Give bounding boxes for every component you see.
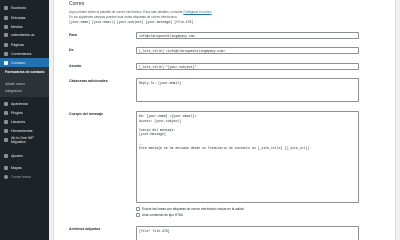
mail-icon [4, 60, 8, 65]
pin-icon [4, 15, 8, 20]
comment-icon [4, 51, 8, 56]
section-title: Correo [69, 1, 85, 7]
collapse-icon [4, 174, 8, 179]
sidebar-item-comentarios[interactable]: Comentarios [0, 49, 49, 58]
wrench-icon [4, 128, 8, 133]
settings-icon [4, 153, 8, 158]
attachments-label: Archivos adjuntos [69, 227, 101, 231]
to-label: Para [69, 33, 77, 37]
sidebar-item-paginas[interactable]: Páginas [0, 40, 49, 49]
users-icon [4, 119, 8, 124]
subject-input[interactable]: [_site_title] "[your-subject]" [136, 63, 359, 70]
exclude-blank-checkbox[interactable] [136, 207, 140, 211]
headers-textarea[interactable]: Reply-To: [your-email] [136, 78, 359, 102]
sidebar-item-migration[interactable]: All-in-One WP Migration [0, 136, 49, 148]
sidebar-item-escritorio[interactable]: Escritorio [0, 3, 49, 12]
from-input[interactable]: [_site_title] <info@claroquechilingmpany… [136, 47, 359, 54]
from-label: De [69, 48, 74, 52]
sidebar-collapse-menu[interactable]: Cerrar menú [0, 172, 49, 181]
brush-icon [4, 101, 8, 106]
subject-label: Asunto [69, 64, 82, 68]
intro-text: Aquí puedes editar la plantilla de corre… [69, 10, 212, 14]
body-label: Cuerpo del mensaje [69, 112, 104, 116]
sidebar-item-entradas[interactable]: Entradas [0, 13, 49, 22]
sidebar-item-calendarios[interactable]: calendarios-us [0, 30, 49, 39]
main-content: Correo Aquí puedes editar la plantilla d… [49, 0, 400, 240]
media-icon [4, 24, 8, 29]
headers-label: Cabeceras adicionales [69, 79, 108, 83]
sidebar-item-herramientas[interactable]: Herramientas [0, 126, 49, 135]
to-input[interactable]: info@claroquechilingmpany.com [136, 32, 359, 39]
submenu-item-formularios[interactable]: Formularios de contacto [5, 70, 45, 74]
migration-icon [4, 138, 8, 142]
map-icon [4, 165, 8, 170]
sidebar-item-usuarios[interactable]: Usuarios [0, 117, 49, 126]
submenu-item-anadir-nuevo[interactable]: Añadir nuevo [5, 82, 25, 86]
use-html-option[interactable]: Usar contenido de tipo HTML [136, 213, 183, 217]
exclude-blank-option[interactable]: Excluir las líneas con etiquetas de corr… [136, 207, 244, 211]
body-textarea[interactable]: De: [your-name] <[your-email]> Asunto: [… [136, 111, 359, 203]
configure-mail-link[interactable]: Configurar el correo [183, 10, 211, 14]
attachments-textarea[interactable]: [file* file-478] [136, 226, 359, 240]
use-html-checkbox[interactable] [136, 213, 140, 217]
intro-tags-text: En los siguientes campos puedes usar est… [69, 15, 178, 19]
sidebar-item-plugins[interactable]: Plugins [0, 108, 49, 117]
sidebar-item-apariencia[interactable]: Apariencia [0, 99, 49, 108]
sidebar-item-mapas[interactable]: Mapas [0, 163, 49, 172]
submenu-item-integracion[interactable]: Integración [5, 89, 22, 93]
plugin-icon [4, 110, 8, 115]
mail-panel: Correo Aquí puedes editar la plantilla d… [53, 0, 396, 240]
sidebar-item-contacto[interactable]: Contacto [0, 58, 49, 67]
mail-tags: [your-name] [your-email] [your-subject] … [69, 20, 194, 24]
dashboard-icon [4, 5, 8, 10]
calendar-icon [4, 32, 8, 37]
admin-sidebar: Escritorio Entradas Medios calendarios-u… [0, 0, 49, 240]
sidebar-item-ajustes[interactable]: Ajustes [0, 151, 49, 160]
page-icon [4, 42, 8, 47]
contact-submenu: Formularios de contacto Añadir nuevo Int… [0, 67, 49, 97]
